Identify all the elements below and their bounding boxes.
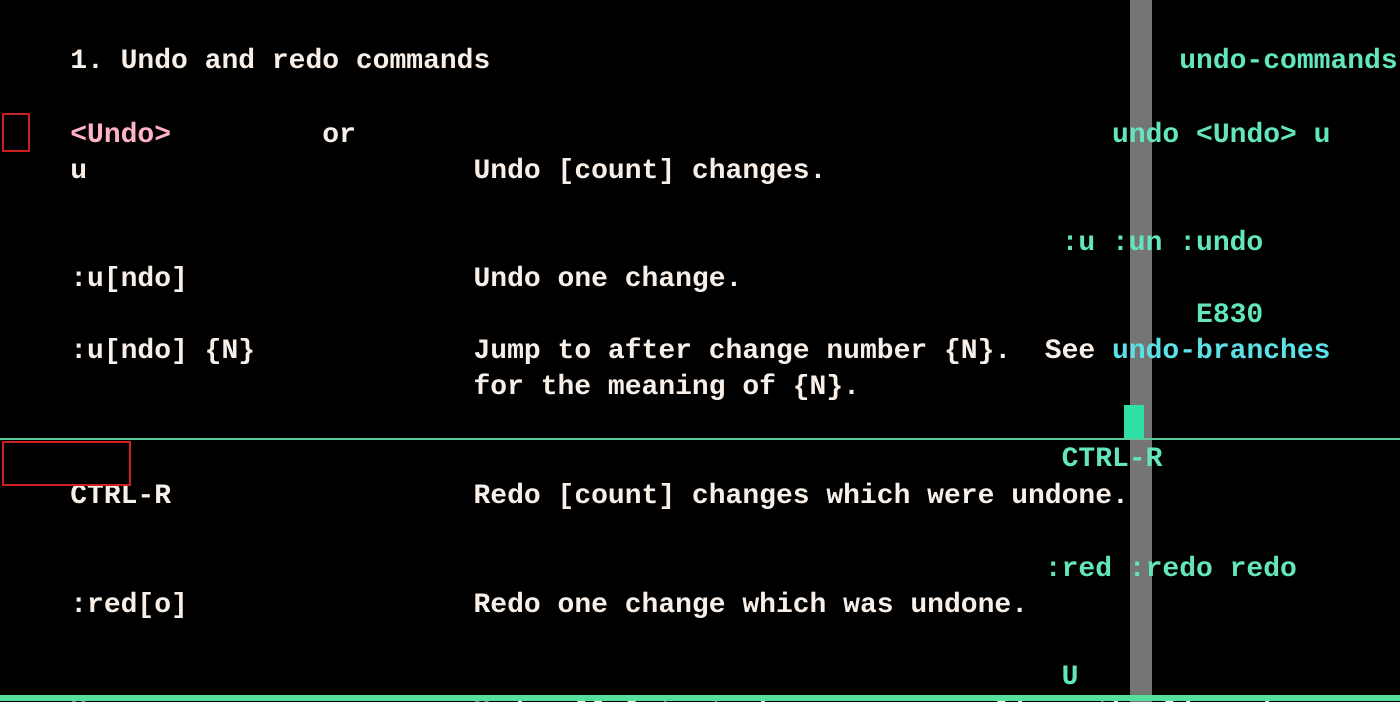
help-tag: undo-commands (1179, 46, 1397, 77)
description: Redo [count] changes which were undone. (474, 481, 1129, 512)
help-line: CTRL-R Redo [count] changes which were u… (3, 443, 1400, 479)
status-line (0, 695, 1400, 701)
description: for the meaning of {N}. (473, 372, 859, 403)
help-line: :u[ndo] Undo one change. (3, 226, 1400, 262)
section-number: 1. (70, 46, 104, 77)
help-line: :u[ndo] {N} Jump to after change number … (3, 298, 1400, 334)
help-line: E830 (3, 262, 1400, 298)
description: Undo [count] changes. (474, 156, 827, 187)
help-line: u Undo [count] changes. (3, 118, 1400, 154)
command-key: u (70, 156, 87, 187)
help-line: U Undo all latest changes on one line, t… (3, 660, 1400, 696)
terminal-screen[interactable]: 1. Undo and redo commands undo-commands … (0, 0, 1400, 702)
help-line: U (3, 624, 1400, 660)
help-line: :red[o] Redo one change which was undone… (3, 552, 1400, 588)
help-line: :u :un :undo (3, 190, 1400, 226)
section-title: Undo and redo commands (104, 46, 490, 77)
annotation-box (2, 441, 131, 486)
help-line: <Undo> or undo <Undo> u (3, 82, 1400, 118)
cursor (1124, 405, 1144, 438)
command-key: :red[o] (70, 590, 188, 621)
help-line: CTRL-R (3, 406, 1400, 442)
help-line: 1. Undo and redo commands undo-commands (3, 8, 1400, 44)
help-line: :red :redo redo (3, 516, 1400, 552)
help-line: for the meaning of {N}. (3, 334, 1400, 370)
annotation-box (2, 113, 30, 152)
cursorline (0, 438, 1400, 440)
description: Redo one change which was undone. (474, 590, 1029, 621)
